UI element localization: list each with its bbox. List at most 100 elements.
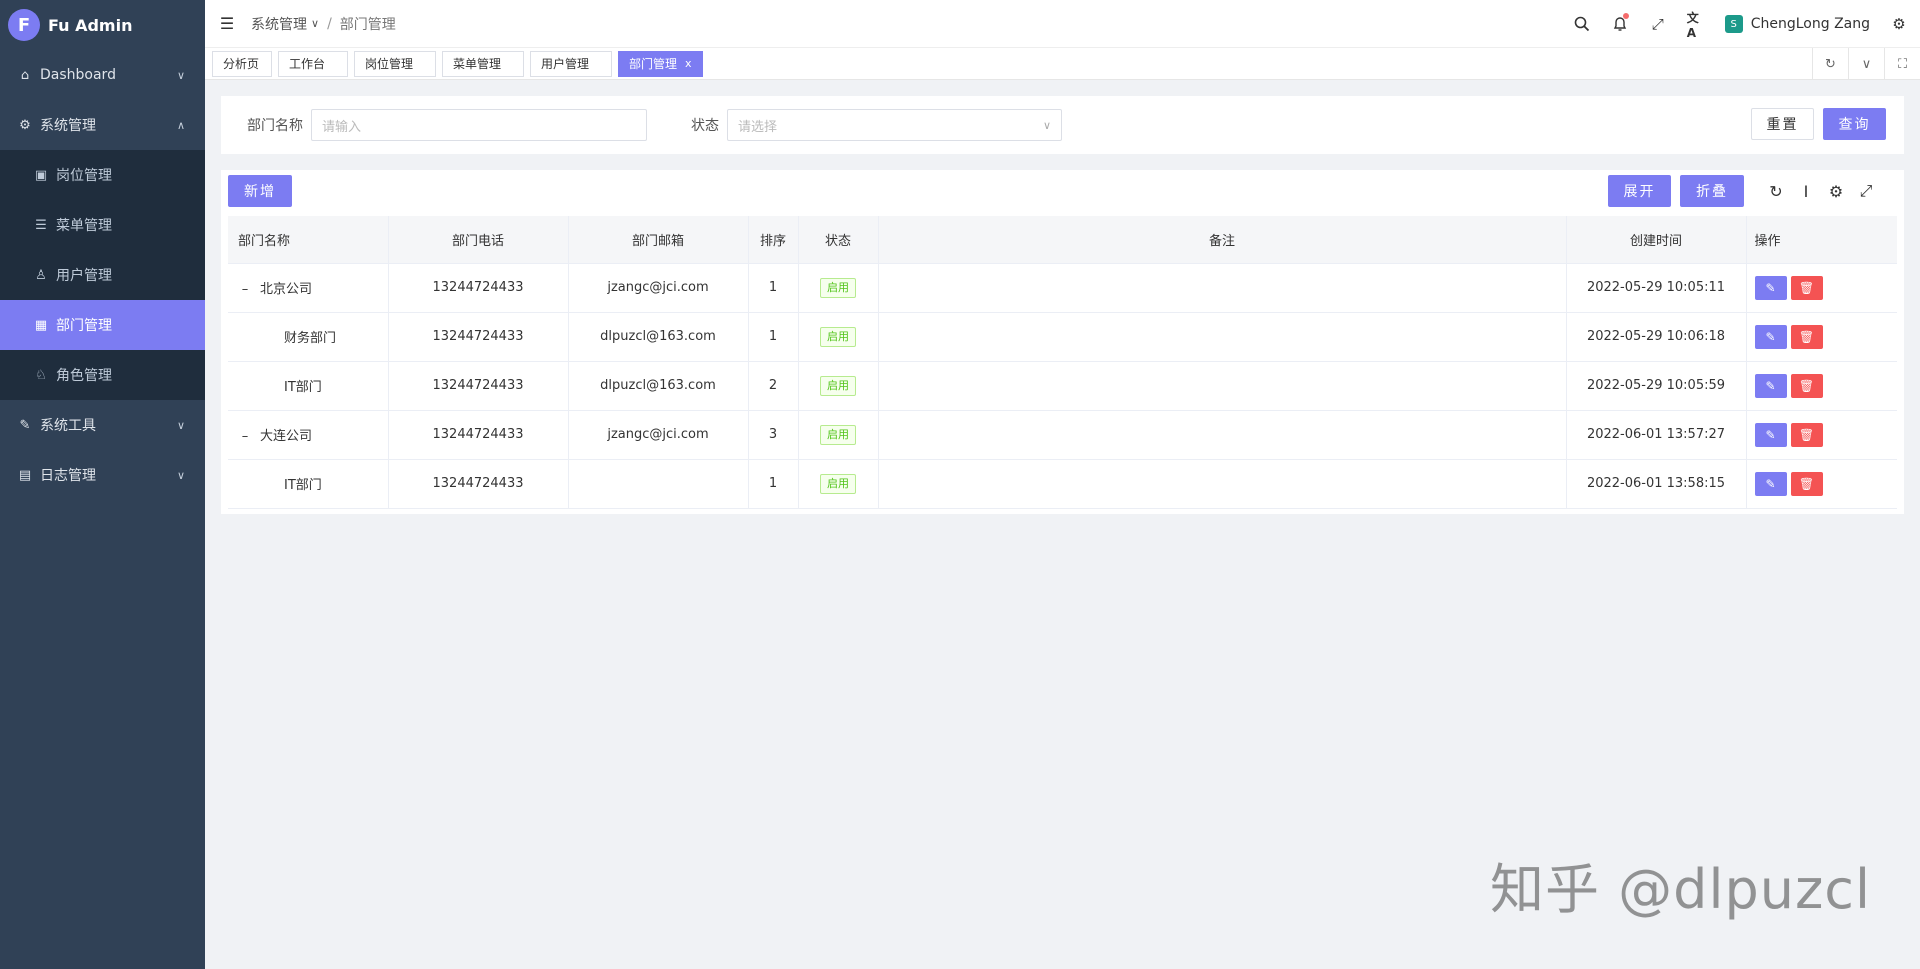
user-icon: ♙	[35, 267, 47, 283]
dept-sort: 2	[748, 361, 799, 411]
add-button[interactable]: 新增	[228, 175, 292, 207]
column-header: 部门邮箱	[568, 216, 749, 264]
dept-name-cell: – 北京公司	[228, 263, 389, 313]
fullscreen-icon[interactable]: ⤢	[1857, 181, 1875, 200]
tag-tools: ↻ ∨ ⛶	[1812, 48, 1920, 80]
tag-label: 菜单管理	[453, 57, 502, 71]
sidebar-item-user[interactable]: ♙ 用户管理	[0, 250, 205, 300]
tag-workbench[interactable]: 工作台	[278, 50, 348, 77]
actions-cell: ✎ 🗑	[1746, 263, 1897, 313]
delete-button[interactable]: 🗑	[1790, 471, 1823, 496]
tree-collapse-icon[interactable]: –	[238, 429, 252, 444]
column-height-icon[interactable]: Ⅰ	[1797, 182, 1815, 201]
edit-button[interactable]: ✎	[1754, 471, 1787, 496]
sidebar-item-dashboard[interactable]: ⌂ Dashboard ∨	[0, 50, 205, 100]
sidebar-item-logs[interactable]: ▤ 日志管理 ∨	[0, 450, 205, 500]
chevron-up-icon: ∧	[176, 118, 185, 132]
collapse-button[interactable]: 折叠	[1680, 175, 1744, 207]
tag-label: 工作台	[289, 57, 326, 71]
fullscreen-icon[interactable]: ⤢	[1649, 15, 1667, 33]
avatar[interactable]: S	[1724, 15, 1743, 33]
dept-name: IT部门	[228, 459, 389, 509]
sidebar-item-role[interactable]: ♘ 角色管理	[0, 350, 205, 400]
gear-icon: ⚙	[19, 117, 31, 133]
bell-icon[interactable]	[1611, 13, 1629, 33]
expand-button[interactable]: 展开	[1608, 175, 1671, 207]
search-icon[interactable]	[1573, 15, 1591, 33]
sidebar-item-label: 岗位管理	[56, 168, 112, 184]
sidebar-item-dept[interactable]: ▦ 部门管理	[0, 300, 205, 350]
settings-gear-icon[interactable]: ⚙	[1890, 15, 1908, 33]
dept-email: dlpuzcl@163.com	[568, 312, 749, 362]
sidebar-item-tools[interactable]: ✎ 系统工具 ∨	[0, 400, 205, 450]
tag-analysis[interactable]: 分析页	[212, 50, 272, 77]
chevron-down-icon[interactable]: ∨	[1848, 48, 1884, 80]
delete-button[interactable]: 🗑	[1790, 373, 1823, 398]
chevron-down-icon: ∨	[1042, 118, 1051, 132]
logo[interactable]: F Fu Admin	[0, 0, 205, 50]
dept-note	[878, 410, 1567, 460]
tag-post[interactable]: 岗位管理	[354, 50, 436, 77]
add-label: 新增	[244, 184, 276, 200]
topbar: ☰ 系统管理 ∨ / 部门管理 ⤢ 文A S ChengLong Zang ⚙	[205, 0, 1920, 48]
translate-icon[interactable]: 文A	[1687, 11, 1705, 40]
sidebar-item-post[interactable]: ▣ 岗位管理	[0, 150, 205, 200]
table-row: – 北京公司 13244724433 jzangc@jci.com 1 启用 20…	[228, 263, 1897, 313]
list-icon: ☰	[35, 217, 47, 233]
actions-cell: ✎ 🗑	[1746, 459, 1897, 509]
sidebar-item-label: 部门管理	[56, 318, 112, 334]
edit-button[interactable]: ✎	[1754, 324, 1787, 349]
username[interactable]: ChengLong Zang	[1751, 16, 1870, 32]
breadcrumb-separator: /	[327, 15, 332, 32]
tag-menu[interactable]: 菜单管理	[442, 50, 524, 77]
dept-status-cell: 启用	[798, 263, 879, 313]
breadcrumb-item-system[interactable]: 系统管理	[251, 14, 307, 34]
sidebar-item-system[interactable]: ⚙ 系统管理 ∧	[0, 100, 205, 150]
dept-status-cell: 启用	[798, 410, 879, 460]
tags-view: 分析页 工作台 岗位管理 菜单管理 用户管理 部门管理 x ↻ ∨ ⛶	[205, 48, 1920, 80]
setting-icon[interactable]: ⚙	[1827, 182, 1845, 201]
dept-name-input[interactable]: 请输入	[311, 109, 647, 141]
status-select[interactable]: 请选择 ∨	[727, 109, 1062, 141]
column-header: 部门名称	[228, 216, 389, 264]
chevron-down-icon: ∨	[176, 468, 185, 482]
status-badge: 启用	[820, 424, 856, 445]
logo-icon: F	[8, 9, 40, 41]
menu-fold-icon[interactable]: ☰	[217, 14, 237, 34]
refresh-icon[interactable]: ↻	[1767, 182, 1785, 201]
tag-user[interactable]: 用户管理	[530, 50, 612, 77]
dept-note	[878, 459, 1567, 509]
sidebar-item-menu[interactable]: ☰ 菜单管理	[0, 200, 205, 250]
dept-sort: 1	[748, 459, 799, 509]
dept-name: 北京公司	[260, 282, 313, 297]
chevron-down-icon: ∨	[311, 17, 320, 30]
dept-created: 2022-05-29 10:05:59	[1566, 361, 1747, 411]
edit-button[interactable]: ✎	[1754, 422, 1787, 447]
tag-dept[interactable]: 部门管理 x	[618, 50, 703, 77]
dept-table: 部门名称 部门电话 部门邮箱 排序 状态 备注 创建时间 操作 – 北京公司 13…	[228, 216, 1897, 509]
home-icon: ⌂	[20, 67, 30, 83]
edit-button[interactable]: ✎	[1754, 373, 1787, 398]
refresh-icon[interactable]: ↻	[1812, 48, 1848, 80]
query-button[interactable]: 查询	[1823, 108, 1886, 140]
dept-status-cell: 启用	[798, 459, 879, 509]
close-icon[interactable]: x	[685, 57, 692, 70]
dept-status-cell: 启用	[798, 312, 879, 362]
delete-button[interactable]: 🗑	[1790, 275, 1823, 300]
sidebar: F Fu Admin ⌂ Dashboard ∨ ⚙ 系统管理 ∧ ▣ 岗位管理…	[0, 0, 205, 969]
delete-button[interactable]: 🗑	[1790, 324, 1823, 349]
dept-email: dlpuzcl@163.com	[568, 361, 749, 411]
search-form: 部门名称 请输入 状态 请选择 ∨ 重置 查询	[221, 96, 1904, 154]
maximize-icon[interactable]: ⛶	[1884, 48, 1920, 80]
tag-label: 部门管理	[629, 57, 678, 71]
sidebar-item-label: 菜单管理	[56, 218, 112, 234]
dept-email: jzangc@jci.com	[568, 410, 749, 460]
edit-button[interactable]: ✎	[1754, 275, 1787, 300]
tree-collapse-icon[interactable]: –	[238, 282, 252, 297]
reset-button[interactable]: 重置	[1751, 108, 1814, 140]
header-actions: ⤢ 文A S ChengLong Zang ⚙	[1573, 0, 1908, 48]
delete-button[interactable]: 🗑	[1790, 422, 1823, 447]
status-badge: 启用	[820, 326, 856, 347]
dept-name-placeholder: 请输入	[322, 119, 362, 135]
sidebar-item-label: 角色管理	[56, 368, 112, 384]
